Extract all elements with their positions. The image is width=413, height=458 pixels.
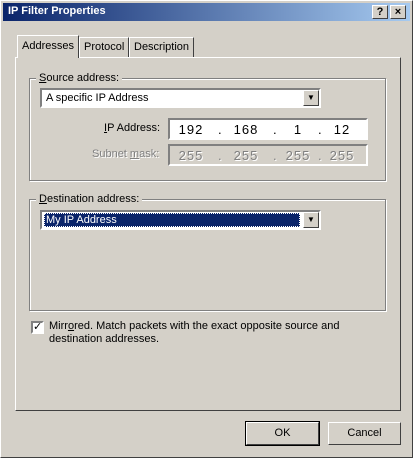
ip-separator: . (218, 122, 222, 137)
tab-addresses[interactable]: Addresses (17, 35, 79, 58)
mask-octet-2: 255 (233, 148, 259, 163)
mask-octet-4: 255 (329, 148, 355, 163)
close-icon: × (394, 6, 402, 18)
ip-octet-3[interactable]: 1 (279, 122, 317, 137)
chevron-down-icon: ▼ (307, 215, 315, 224)
ip-filter-properties-dialog: IP Filter Properties ? × Addresses Proto… (0, 0, 413, 458)
mask-separator: . (318, 148, 322, 163)
ip-address-input[interactable]: 192 . 168 . 1 . 12 (168, 118, 368, 140)
cancel-button[interactable]: Cancel (328, 422, 401, 445)
ip-octet-2[interactable]: 168 (227, 122, 265, 137)
addresses-panel: Source address: A specific IP Address ▼ … (15, 57, 401, 411)
mirrored-checkbox[interactable]: ✓ (31, 321, 44, 334)
tab-description[interactable]: Description (129, 37, 195, 57)
window-title: IP Filter Properties (8, 5, 106, 17)
destination-address-value: My IP Address (44, 213, 300, 227)
ip-separator: . (273, 122, 277, 137)
help-icon: ? (376, 6, 384, 18)
source-dropdown-button[interactable]: ▼ (303, 90, 319, 106)
ip-octet-4[interactable]: 12 (323, 122, 361, 137)
source-address-select[interactable]: A specific IP Address ▼ (40, 88, 321, 108)
tab-label: Description (134, 41, 190, 53)
destination-address-select[interactable]: My IP Address ▼ (40, 210, 321, 230)
subnet-mask-label: Subnet mask: (92, 148, 160, 160)
mask-octet-1: 255 (178, 148, 204, 163)
mask-separator: . (218, 148, 222, 163)
help-button[interactable]: ? (372, 5, 388, 19)
mask-separator: . (273, 148, 277, 163)
mask-octet-3: 255 (285, 148, 311, 163)
source-address-label: Source address: (36, 72, 123, 84)
ip-separator: . (318, 122, 322, 137)
destination-address-label: Destination address: (36, 193, 143, 205)
subnet-mask-input: 255 . 255 . 255 . 255 (168, 144, 368, 166)
close-button[interactable]: × (390, 5, 406, 19)
tab-label: Protocol (84, 41, 125, 53)
ip-octet-1[interactable]: 192 (172, 122, 210, 137)
ok-button[interactable]: OK (245, 421, 320, 446)
tab-label: Addresses (22, 40, 74, 52)
checkmark-icon: ✓ (33, 321, 43, 333)
tab-protocol[interactable]: Protocol (79, 37, 130, 57)
title-bar[interactable]: IP Filter Properties ? × (3, 3, 410, 21)
source-address-value: A specific IP Address (46, 92, 149, 104)
mirrored-label[interactable]: Mirrored. Match packets with the exact o… (49, 320, 394, 346)
destination-dropdown-button[interactable]: ▼ (303, 212, 319, 228)
chevron-down-icon: ▼ (307, 93, 315, 102)
ip-address-label: IP Address: (104, 122, 161, 134)
